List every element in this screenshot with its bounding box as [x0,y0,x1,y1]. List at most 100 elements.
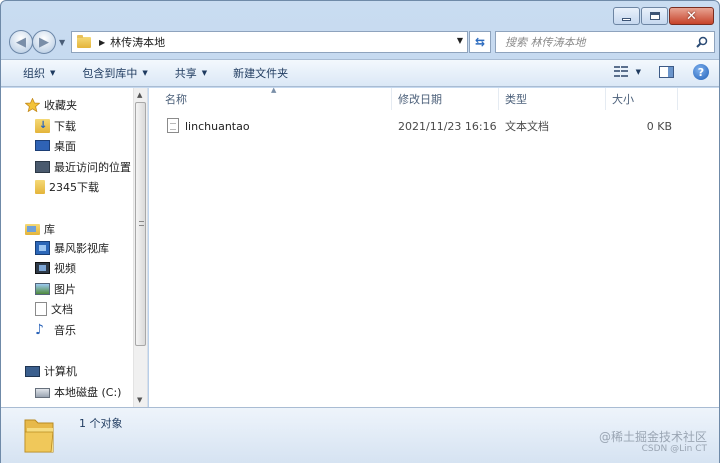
navigation-pane: 收藏夹 ↓ 下载 桌面 最近访问的位置 2345下载 库 暴风影视库 视频 图片… [1,88,148,407]
close-icon: ✕ [686,8,697,24]
sidebar-item-label: 音乐 [54,324,76,337]
drive-icon [35,388,50,398]
forward-button[interactable]: ▶ [32,30,56,54]
close-button[interactable]: ✕ [669,7,714,25]
file-name: linchuantao [185,119,250,133]
column-header-name[interactable]: 名称 [149,88,392,110]
desktop-icon [35,139,50,151]
column-label: 修改日期 [398,93,442,106]
sidebar-item-label: 视频 [54,262,76,275]
folder-icon [24,419,54,453]
sidebar-item-video-library[interactable]: 暴风影视库 [35,238,109,258]
refresh-button[interactable]: ⇆ [469,31,491,53]
search-placeholder: 搜索 林传涛本地 [505,36,586,49]
sidebar-item-documents[interactable]: 文档 [35,299,73,319]
sidebar-item-recent-places[interactable]: 最近访问的位置 [35,157,131,177]
scroll-up-icon[interactable]: ▲ [137,91,142,99]
column-label: 大小 [612,93,634,106]
navigation-bar: ◀ ▶ ▼ ▶ 林传涛本地 ▼ ⇆ 搜索 林传涛本地 [1,29,719,59]
sidebar-item-2345-downloads[interactable]: 2345下载 [35,177,99,197]
organize-label: 组织 [23,67,45,80]
sidebar-item-label: 2345下载 [49,181,99,194]
breadcrumb-item[interactable]: 林传涛本地 [110,34,165,50]
recent-places-icon [35,161,50,173]
sidebar-item-label: 库 [44,223,55,236]
sidebar-item-label: 暴风影视库 [54,242,109,255]
downloads-icon: ↓ [35,119,50,133]
recent-pages-dropdown-icon[interactable]: ▼ [59,38,65,47]
minimize-button[interactable] [613,7,640,25]
file-modified: 2021/11/23 16:16 [398,119,497,133]
address-dropdown-icon[interactable]: ▼ [457,36,463,45]
sidebar-item-label: 最近访问的位置 [54,161,131,174]
sidebar-item-computer[interactable]: 计算机 [25,361,77,381]
sidebar-item-videos[interactable]: 视频 [35,258,76,278]
sidebar-item-downloads[interactable]: ↓ 下载 [35,116,76,136]
refresh-icon: ⇆ [474,35,486,49]
sidebar-item-pictures[interactable]: 图片 [35,279,76,299]
sidebar-item-label: 图片 [54,283,76,296]
sidebar-item-label: 本地磁盘 (C:) [54,386,122,399]
address-bar[interactable]: ▶ 林传涛本地 ▼ [71,31,468,53]
sidebar-item-libraries[interactable]: 库 [25,219,55,239]
music-icon: ♪ [35,322,44,338]
folder-icon [77,34,91,48]
sidebar-item-favorites[interactable]: 收藏夹 [25,95,77,115]
chevron-down-icon: ▼ [142,69,148,77]
video-icon [35,262,50,274]
forward-arrow-icon: ▶ [39,34,49,50]
column-header-size[interactable]: 大小 [606,88,678,110]
command-bar: 组织 ▼ 包含到库中 ▼ 共享 ▼ 新建文件夹 ▼ ? [1,59,719,87]
minimize-icon [622,18,631,21]
view-dropdown-icon[interactable]: ▼ [636,68,641,76]
back-button[interactable]: ◀ [9,30,33,54]
maximize-button[interactable] [641,7,668,25]
include-in-library-label: 包含到库中 [82,67,138,80]
computer-icon [25,365,40,377]
sidebar-item-desktop[interactable]: 桌面 [35,136,76,156]
help-icon[interactable]: ? [693,64,709,80]
scrollbar-thumb[interactable] [135,102,146,346]
sidebar-scrollbar[interactable]: ▲ ▼ [133,88,147,407]
file-type: 文本文档 [505,120,549,133]
maximize-icon [649,12,660,20]
preview-pane-icon[interactable] [659,66,674,78]
watermark: @稀土掘金技术社区 CSDN @Lin CT [599,431,707,455]
explorer-window: ✕ ◀ ▶ ▼ ▶ 林传涛本地 ▼ ⇆ 搜索 林传涛本地 组织 ▼ 包含到库中 ▼ [0,0,720,463]
sidebar-item-local-disk-c[interactable]: 本地磁盘 (C:) [35,382,121,402]
column-label: 类型 [505,93,527,106]
document-icon [35,302,47,316]
search-input[interactable]: 搜索 林传涛本地 [495,31,715,53]
star-icon [25,98,40,112]
sidebar-item-label: 收藏夹 [44,99,77,112]
new-folder-button[interactable]: 新建文件夹 [233,63,288,83]
chevron-down-icon: ▼ [201,69,208,77]
scroll-down-icon[interactable]: ▼ [137,396,142,404]
organize-menu[interactable]: 组织 ▼ [23,63,55,83]
search-icon[interactable] [696,36,708,48]
sidebar-item-label: 计算机 [44,365,77,378]
change-view-icon[interactable] [613,66,628,78]
history-buttons: ◀ ▶ ▼ [9,30,65,54]
breadcrumb-chevron-icon[interactable]: ▶ [99,38,105,47]
table-row[interactable]: linchuantao 2021/11/23 16:16 文本文档 0 KB [165,116,689,136]
back-arrow-icon: ◀ [16,34,26,50]
column-header-modified[interactable]: 修改日期 [392,88,499,110]
sidebar-item-label: 桌面 [54,140,76,153]
chevron-down-icon: ▼ [50,69,56,77]
new-folder-label: 新建文件夹 [233,67,289,80]
toolbar-right: ▼ ? [613,64,709,80]
video-library-icon [35,241,50,255]
share-menu[interactable]: 共享 ▼ [175,63,207,83]
libraries-icon [25,223,40,235]
item-count: 1 个对象 [79,417,123,430]
sidebar-item-label: 下载 [54,120,76,133]
share-label: 共享 [174,67,197,80]
column-header-type[interactable]: 类型 [499,88,606,110]
column-label: 名称 [165,93,187,106]
title-bar[interactable]: ✕ [1,1,719,29]
watermark-line-1: @稀土掘金技术社区 [598,430,707,444]
sidebar-item-music[interactable]: ♪ 音乐 [35,320,76,340]
include-in-library-menu[interactable]: 包含到库中 ▼ [82,63,147,83]
file-size: 0 KB [646,119,672,133]
